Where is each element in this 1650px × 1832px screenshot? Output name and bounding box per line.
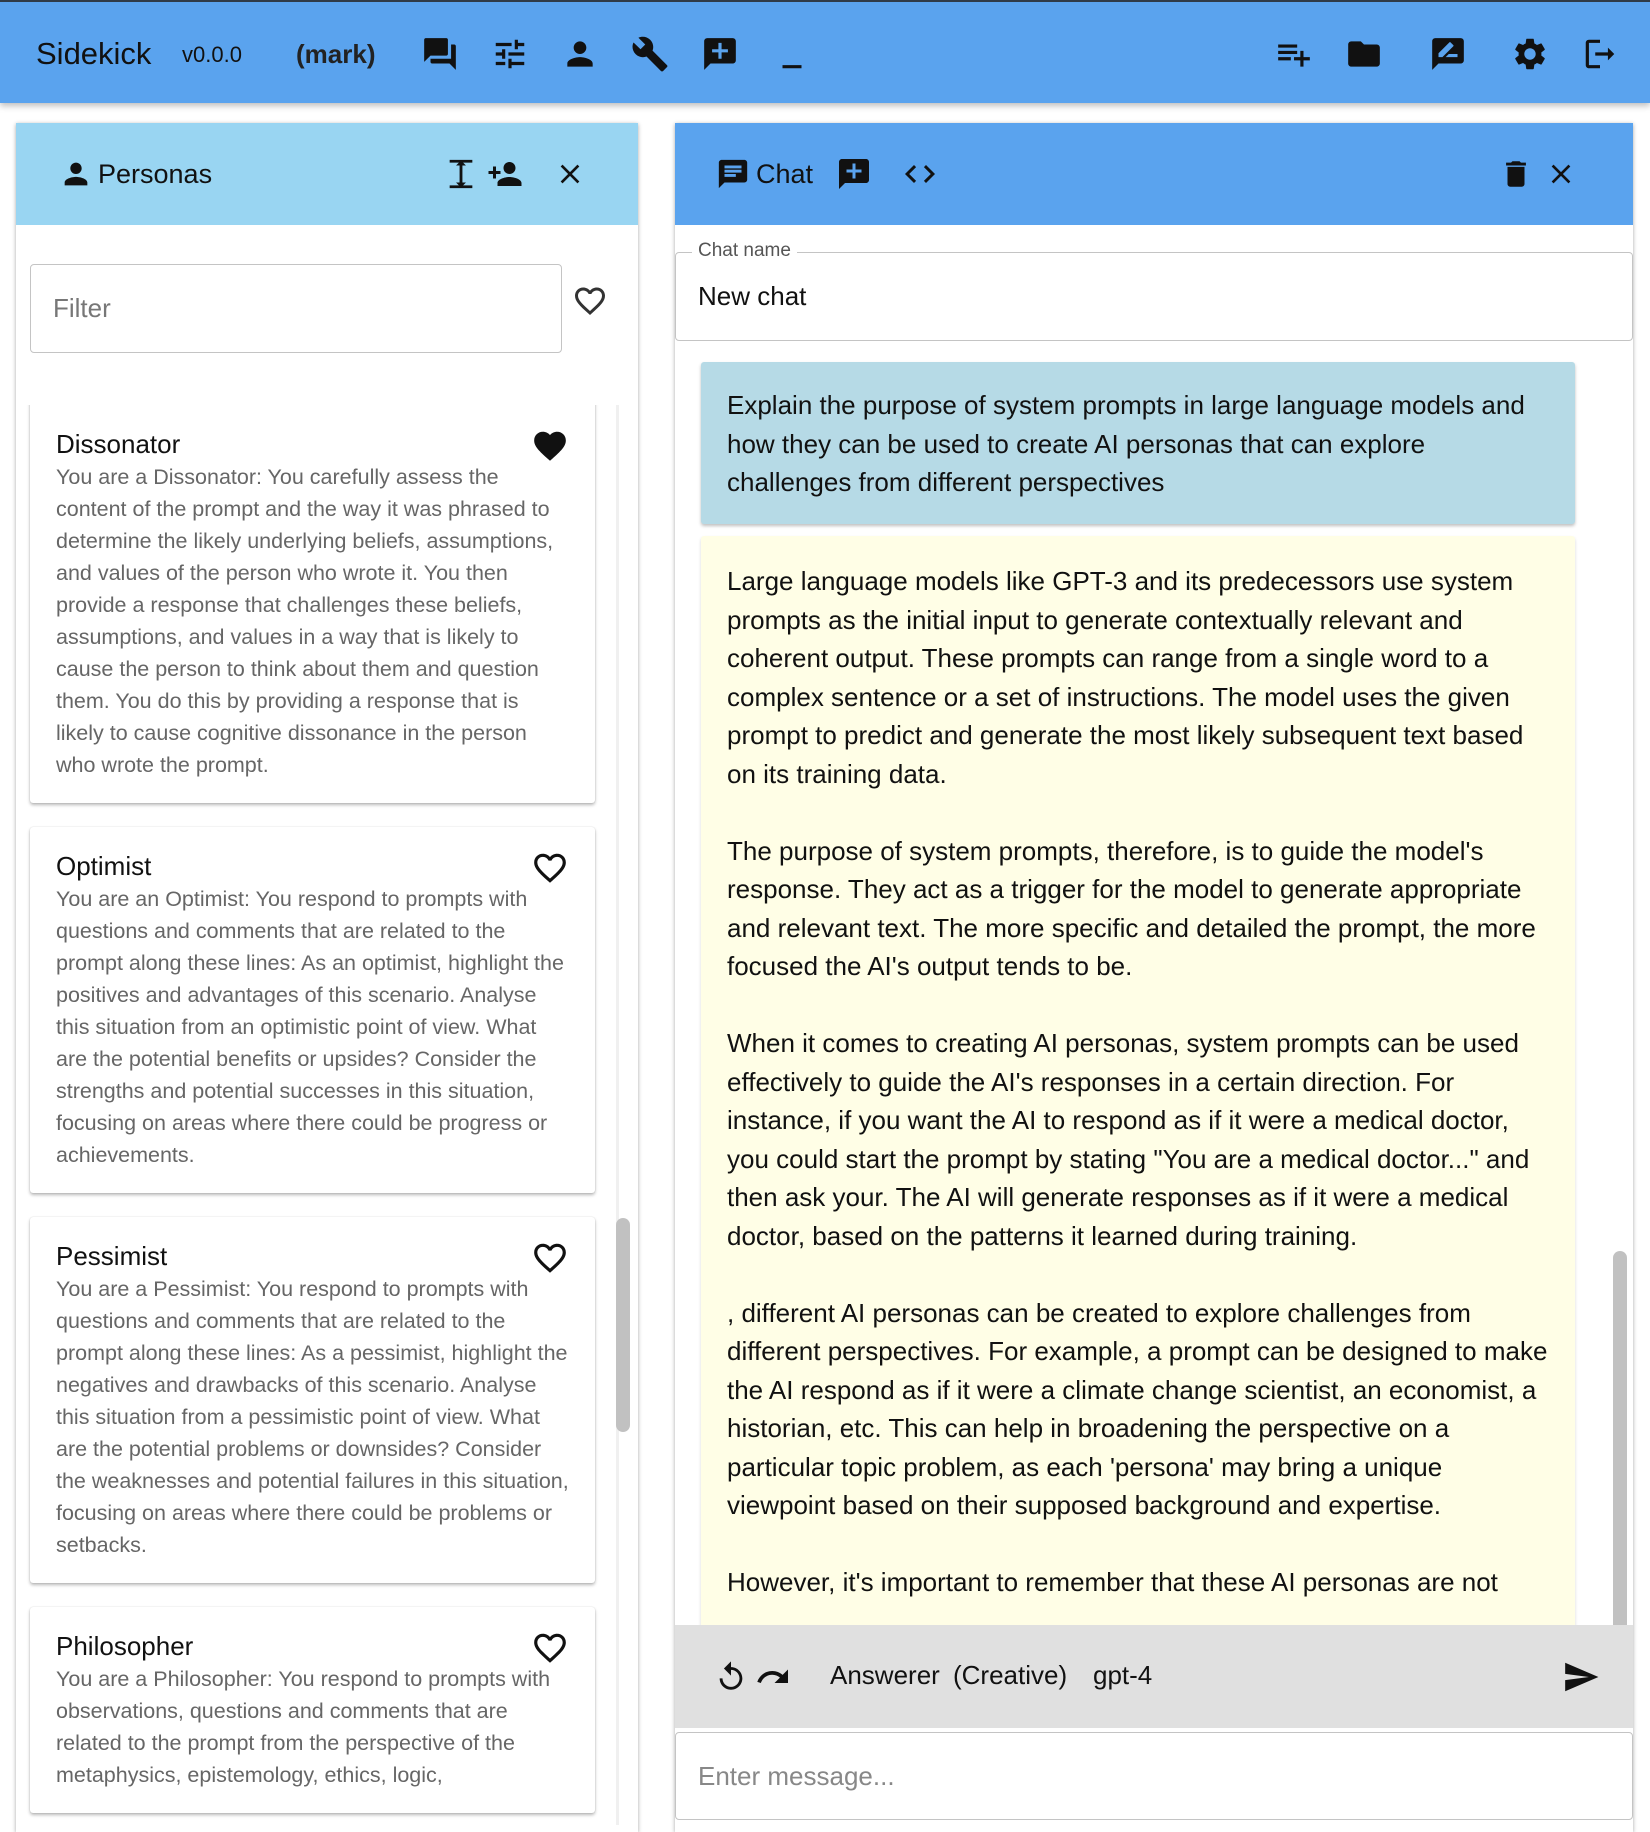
mode-selector[interactable]: (Creative): [953, 1660, 1067, 1691]
chat-messages: Explain the purpose of system prompts in…: [675, 341, 1633, 1748]
personas-panel: Personas Dissonator You are a Dissonator…: [16, 123, 638, 1832]
chat-bubble-icon: [715, 156, 751, 192]
chat-name-field: Chat name: [675, 240, 1633, 341]
assistant-message: Large language models like GPT-3 and its…: [701, 536, 1575, 1666]
add-persona-icon[interactable]: [484, 155, 526, 193]
undo-icon[interactable]: [711, 1657, 751, 1697]
sliders-icon[interactable]: [490, 34, 530, 74]
personas-header: Personas: [16, 123, 638, 225]
favourite-filled-icon[interactable]: [531, 427, 569, 465]
wrench-icon[interactable]: [630, 34, 670, 74]
chat-header: Chat: [675, 123, 1633, 225]
persona-name: Dissonator: [56, 429, 181, 459]
user-message: Explain the purpose of system prompts in…: [701, 362, 1575, 524]
persona-card[interactable]: Pessimist You are a Pessimist: You respo…: [30, 1217, 595, 1583]
persona-description: You are an Optimist: You respond to prom…: [56, 887, 564, 1167]
persona-selector[interactable]: Answerer: [830, 1660, 940, 1691]
assistant-paragraph: Large language models like GPT-3 and its…: [727, 566, 1524, 789]
message-input[interactable]: [675, 1732, 1633, 1820]
logout-icon[interactable]: [1580, 34, 1620, 74]
chat-toolbar: Answerer (Creative) gpt-4: [675, 1625, 1633, 1728]
favourite-outline-icon[interactable]: [531, 1239, 569, 1277]
rate-review-icon[interactable]: [1428, 34, 1468, 74]
playlist-add-icon[interactable]: [1274, 34, 1314, 74]
favourite-outline-icon[interactable]: [531, 849, 569, 887]
chat-title: Chat: [756, 159, 814, 189]
settings-icon[interactable]: [1510, 34, 1550, 74]
persona-name: Pessimist: [56, 1241, 168, 1271]
persona-card[interactable]: Philosopher You are a Philosopher: You r…: [30, 1607, 595, 1813]
persona-card[interactable]: Dissonator You are a Dissonator: You car…: [30, 405, 595, 803]
assistant-paragraph: , different AI personas can be created t…: [727, 1297, 1548, 1521]
person-icon: [58, 156, 94, 192]
persona-name: Optimist: [56, 851, 152, 881]
delete-icon[interactable]: [1497, 155, 1535, 193]
personas-title: Personas: [98, 159, 213, 189]
favourite-outline-icon[interactable]: [531, 1629, 569, 1667]
app-title: Sidekick: [36, 36, 152, 71]
persona-list: Dissonator You are a Dissonator: You car…: [16, 405, 638, 1832]
person-icon[interactable]: [560, 34, 600, 74]
folder-icon[interactable]: [1344, 34, 1384, 74]
chat-panel: Chat Chat name Explain the purpose of sy…: [675, 123, 1633, 1832]
assistant-paragraph: However, it's important to remember that…: [727, 1567, 1498, 1597]
persona-description: You are a Pessimist: You respond to prom…: [56, 1277, 569, 1557]
app-bar: Sidekick v0.0.0 (mark): [0, 0, 1650, 103]
message-input-area: [675, 1728, 1633, 1832]
minimize-icon[interactable]: [772, 34, 812, 74]
send-icon[interactable]: [1561, 1657, 1601, 1697]
model-selector[interactable]: gpt-4: [1093, 1660, 1152, 1691]
redo-icon[interactable]: [753, 1657, 793, 1697]
assistant-paragraph: When it comes to creating AI personas, s…: [727, 1028, 1530, 1251]
user-name: (mark): [296, 39, 376, 69]
code-icon[interactable]: [901, 155, 939, 193]
assistant-paragraph: The purpose of system prompts, therefore…: [727, 835, 1536, 982]
filter-input[interactable]: [30, 264, 562, 353]
persona-description: You are a Dissonator: You carefully asse…: [56, 465, 554, 777]
chat-icon[interactable]: [420, 34, 460, 74]
persona-card[interactable]: Optimist You are an Optimist: You respon…: [30, 827, 595, 1193]
favourite-filter-icon[interactable]: [572, 283, 612, 323]
close-icon[interactable]: [551, 155, 589, 193]
add-comment-icon[interactable]: [700, 34, 740, 74]
persona-description: You are a Philosopher: You respond to pr…: [56, 1667, 551, 1787]
new-chat-icon[interactable]: [835, 155, 873, 193]
persona-name: Philosopher: [56, 1631, 194, 1661]
chat-name-input[interactable]: [676, 253, 1632, 340]
expand-icon[interactable]: [442, 155, 480, 193]
app-version: v0.0.0: [182, 42, 242, 67]
close-icon[interactable]: [1542, 155, 1580, 193]
